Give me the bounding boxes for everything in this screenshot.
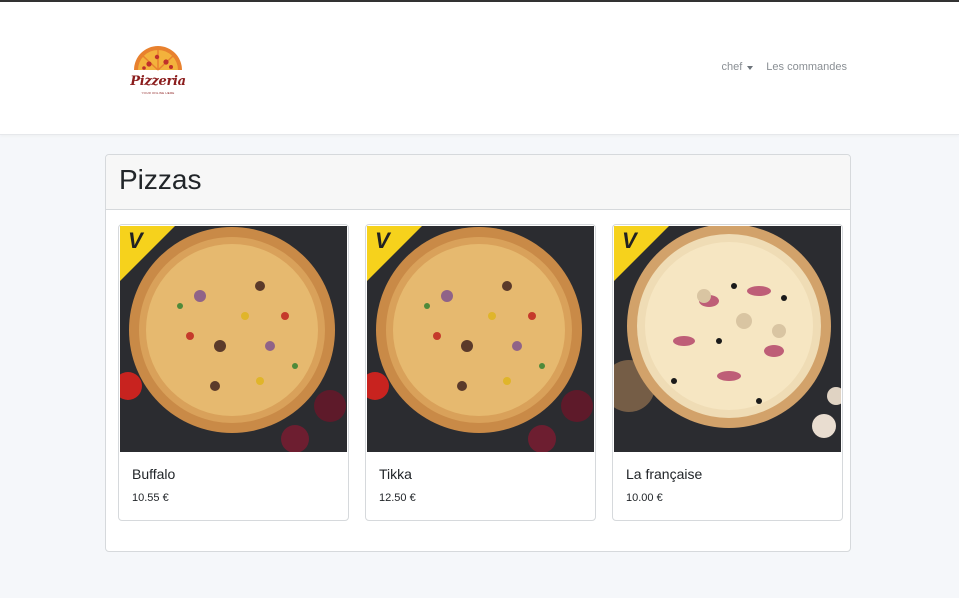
pizza-name: Buffalo [132, 466, 176, 482]
vegan-badge-icon: V [622, 228, 637, 253]
pizza-image[interactable]: V [614, 226, 841, 452]
pizza-logo-icon [134, 46, 182, 71]
pizza-name: Tikka [379, 466, 412, 482]
pizza-card-la-francaise[interactable]: V La française 10.00 € [612, 224, 843, 521]
orders-link[interactable]: Les commandes [766, 61, 847, 73]
user-menu-label: chef [721, 61, 743, 73]
caret-down-icon [747, 65, 754, 70]
pizza-card-buffalo[interactable]: V Buffalo 10.55 € [118, 224, 349, 521]
nav-links: chef Les commandes [721, 61, 847, 73]
user-menu-dropdown[interactable]: chef [721, 61, 754, 73]
vegan-badge-icon: V [128, 228, 143, 253]
brand-name: Pizzeria [130, 74, 186, 89]
pizzas-card: Pizzas V Buffalo 10.55 € V Tikka 12.50 €… [105, 154, 851, 552]
pizza-price: 10.55 € [132, 492, 169, 504]
brand-logo[interactable]: Pizzeria YOUR ONLINE HERE [129, 40, 187, 100]
pizza-price: 12.50 € [379, 492, 416, 504]
pizza-name: La française [626, 466, 703, 482]
pizza-price: 10.00 € [626, 492, 663, 504]
vegan-badge-icon: V [375, 228, 390, 253]
navbar: Pizzeria YOUR ONLINE HERE chef Les comma… [0, 2, 959, 135]
brand-tagline: YOUR ONLINE HERE [141, 91, 175, 95]
pizza-card-tikka[interactable]: V Tikka 12.50 € [365, 224, 596, 521]
pizza-image[interactable]: V [367, 226, 594, 452]
pizza-image[interactable]: V [120, 226, 347, 452]
card-header: Pizzas [106, 155, 850, 210]
page-title: Pizzas [119, 164, 202, 195]
